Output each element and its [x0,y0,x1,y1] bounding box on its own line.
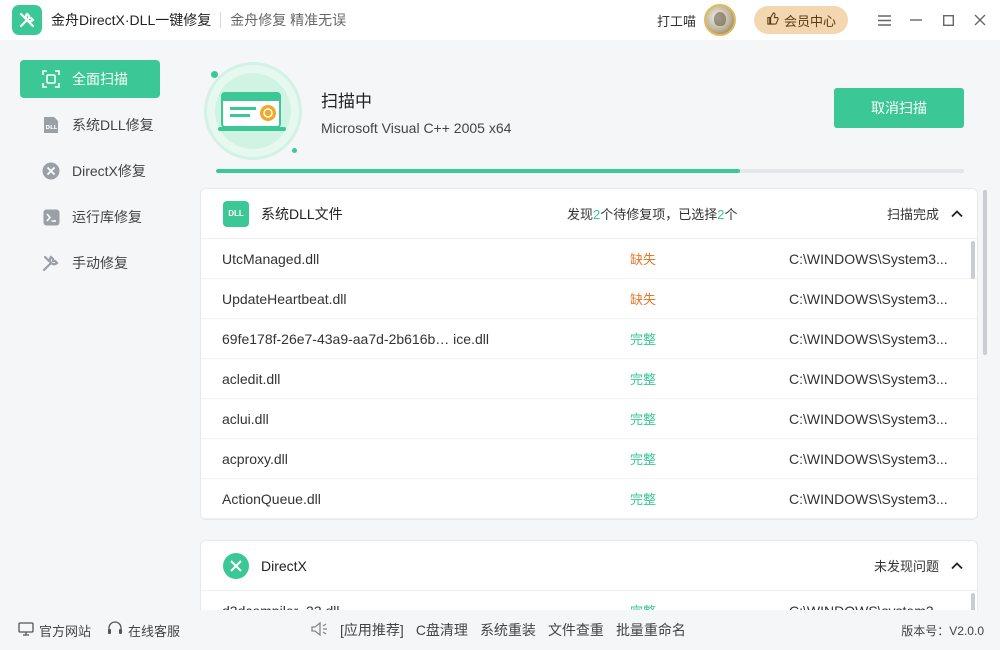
scan-icon [42,70,60,88]
file-path: C:\WINDOWS\System3... [789,450,948,467]
user-name[interactable]: 打工喵 [657,11,696,30]
file-name: aclui.dll [222,410,269,427]
app-title: 金舟DirectX·DLL一键修复 [51,12,212,28]
table-row[interactable]: aclui.dll 完整 C:\WINDOWS\System3... [201,399,977,439]
dll-icon: DLL [42,116,60,134]
file-path: C:\WINDOWS\System3... [789,250,948,267]
file-path: C:\WINDOWS\System3... [789,290,948,307]
svg-text:DLL: DLL [46,125,58,131]
version-label: 版本号：V2.0.0 [901,623,984,638]
selected-count: 2 [717,207,725,222]
menu-icon[interactable] [868,0,900,40]
close-icon[interactable] [964,0,996,40]
file-status: 完整 [630,372,657,387]
sidebar: 全面扫描 DLL 系统DLL修复 DirectX修复 运行库修复 手动修复 [0,40,180,610]
file-status: 完整 [630,412,657,427]
sidebar-item-dll-repair[interactable]: DLL 系统DLL修复 [20,106,160,144]
scan-progress-bar [216,169,964,173]
directx-icon [223,552,249,579]
app-slogan: 金舟修复 精准无误 [230,12,347,28]
file-status: 完整 [630,332,657,347]
dll-panel-header[interactable]: DLL 系统DLL文件 发现2个待修复项，已选择2个 扫描完成 [201,189,977,239]
chevron-up-icon[interactable] [949,558,965,574]
file-status: 完整 [630,452,657,467]
table-row[interactable]: acproxy.dll 完整 C:\WINDOWS\System3... [201,439,977,479]
file-path: C:\WINDOWS\System3... [789,330,948,347]
table-row[interactable]: acledit.dll 完整 C:\WINDOWS\System3... [201,359,977,399]
vip-center-label: 会员中心 [783,13,836,29]
title-bar: 金舟DirectX·DLL一键修复 金舟修复 精准无误 打工喵 会员中心 [0,0,1000,40]
sidebar-item-label: 手动修复 [72,255,128,271]
sidebar-item-label: 全面扫描 [72,71,128,87]
directx-panel-state: 未发现问题 [873,559,939,574]
scan-progress-fill [216,169,740,173]
dll-list-scrollbar[interactable] [971,241,975,279]
directx-panel-header[interactable]: DirectX 未发现问题 [201,541,977,591]
footer: 官方网站 在线客服 [应用推荐] C盘清理 系统重装 文件查重 批量重命名 版本… [0,610,1000,650]
dll-file-list: UtcManaged.dll 缺失 C:\WINDOWS\System3... Upd… [201,239,977,519]
headset-icon [107,621,123,639]
dll-file-icon: DLL [223,200,249,227]
speaker-icon [310,621,328,640]
file-path: C:\WINDOWS\System3... [789,490,948,507]
app-logo-icon [12,5,42,35]
scan-status-title: 扫描中 [321,92,372,111]
avatar[interactable] [703,4,736,36]
sidebar-item-label: 系统DLL修复 [72,117,154,133]
title-divider [220,12,222,28]
file-path: C:\WINDOWS\System3... [789,410,948,427]
maximize-icon[interactable] [932,0,964,40]
directx-panel: DirectX 未发现问题 d3dcompiler_33.dll完整C:\WIN… [200,540,978,620]
scan-current-item: Microsoft Visual C++ 2005 x64 [321,120,512,136]
duplicate-file-link[interactable]: 文件查重 [548,620,604,640]
sidebar-item-manual-repair[interactable]: 手动修复 [20,244,160,282]
batch-rename-link[interactable]: 批量重命名 [616,620,686,640]
cancel-scan-button[interactable]: 取消扫描 [834,88,964,128]
app-recommend-link[interactable]: [应用推荐] [340,620,404,640]
file-name: ActionQueue.dll [222,490,321,507]
file-name: acproxy.dll [222,450,288,467]
runtime-icon [42,208,60,226]
thumbs-up-icon [766,12,779,28]
vip-center-button[interactable]: 会员中心 [753,6,848,34]
file-name: acledit.dll [222,370,281,387]
online-support-link[interactable]: 在线客服 [107,621,180,640]
directx-icon [42,162,60,180]
directx-panel-title: DirectX [261,557,307,574]
table-row[interactable]: 69fe178f-26e7-43a9-aa7d-2b616b… ice.dll 完… [201,319,977,359]
file-status: 缺失 [630,292,657,307]
file-name: UpdateHeartbeat.dll [222,290,347,307]
sidebar-item-directx-repair[interactable]: DirectX修复 [20,152,160,190]
c-drive-clean-link[interactable]: C盘清理 [416,620,468,640]
main-scrollbar[interactable] [983,190,987,355]
main-content: 扫描中 Microsoft Visual C++ 2005 x64 取消扫描 D… [180,40,1000,620]
minimize-icon[interactable] [900,0,932,40]
sidebar-item-label: DirectX修复 [72,163,146,179]
file-path: C:\WINDOWS\System3... [789,370,948,387]
dll-files-panel: DLL 系统DLL文件 发现2个待修复项，已选择2个 扫描完成 UtcManag… [200,188,978,520]
file-name: 69fe178f-26e7-43a9-aa7d-2b616b… ice.dll [222,330,489,347]
file-status: 缺失 [630,252,657,267]
scan-illustration [204,62,302,160]
file-status: 完整 [630,492,657,507]
sidebar-item-label: 运行库修复 [72,209,142,225]
chevron-up-icon[interactable] [949,206,965,222]
dll-panel-state: 扫描完成 [886,207,939,222]
official-website-link[interactable]: 官方网站 [18,621,91,640]
sidebar-item-full-scan[interactable]: 全面扫描 [20,60,160,98]
file-name: UtcManaged.dll [222,250,320,267]
table-row[interactable]: UpdateHeartbeat.dll 缺失 C:\WINDOWS\System3.… [201,279,977,319]
dll-panel-summary: 发现2个待修复项，已选择2个 [567,207,738,222]
table-row[interactable]: ActionQueue.dll 完整 C:\WINDOWS\System3... [201,479,977,519]
sidebar-item-runtime-repair[interactable]: 运行库修复 [20,198,160,236]
monitor-icon [18,621,34,639]
dll-panel-title: 系统DLL文件 [261,205,343,222]
wrench-icon [42,254,60,272]
system-reinstall-link[interactable]: 系统重装 [480,620,536,640]
table-row[interactable]: UtcManaged.dll 缺失 C:\WINDOWS\System3... [201,239,977,279]
